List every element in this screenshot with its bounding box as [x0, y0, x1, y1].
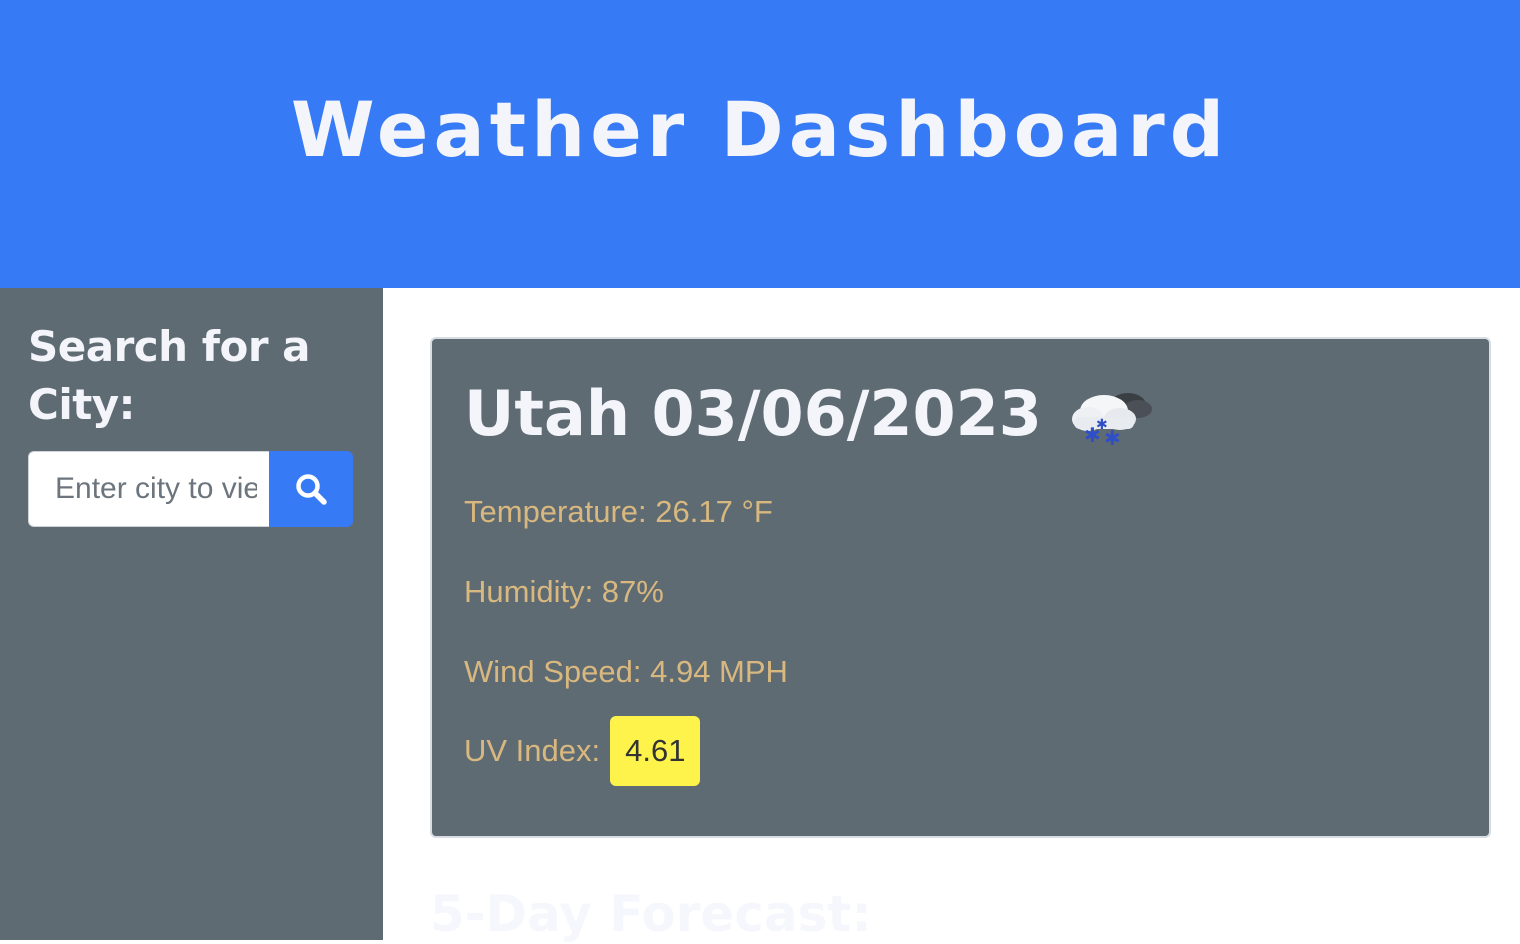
humidity-text: Humidity: 87% — [464, 574, 664, 609]
uv-index-badge: 4.61 — [610, 716, 701, 786]
page-header: Weather Dashboard — [0, 0, 1520, 288]
city-date-title: Utah 03/06/2023 — [464, 377, 1042, 450]
svg-text:✱: ✱ — [1096, 417, 1108, 433]
current-weather-header: Utah 03/06/2023 ✱ ✱ ✱ — [464, 377, 1156, 451]
search-button[interactable] — [269, 451, 353, 527]
page-title: Weather Dashboard — [290, 85, 1230, 174]
temperature-text: Temperature: 26.17 °F — [464, 494, 773, 529]
city-search-input[interactable] — [28, 451, 269, 527]
search-heading: Search for a City: — [28, 322, 311, 429]
uv-index-label: UV Index: — [464, 733, 601, 768]
sidebar: Search for a City: — [0, 288, 383, 940]
forecast-heading: 5-Day Forecast: — [430, 885, 872, 943]
snow-cloud-icon: ✱ ✱ ✱ — [1071, 393, 1152, 449]
wind-speed-text: Wind Speed: 4.94 MPH — [464, 654, 788, 689]
uv-index-row: UV Index: 4.61 — [464, 716, 701, 786]
search-icon — [296, 474, 327, 505]
current-weather-card: Utah 03/06/2023 ✱ ✱ ✱ Temperature: 26.17… — [430, 337, 1491, 838]
